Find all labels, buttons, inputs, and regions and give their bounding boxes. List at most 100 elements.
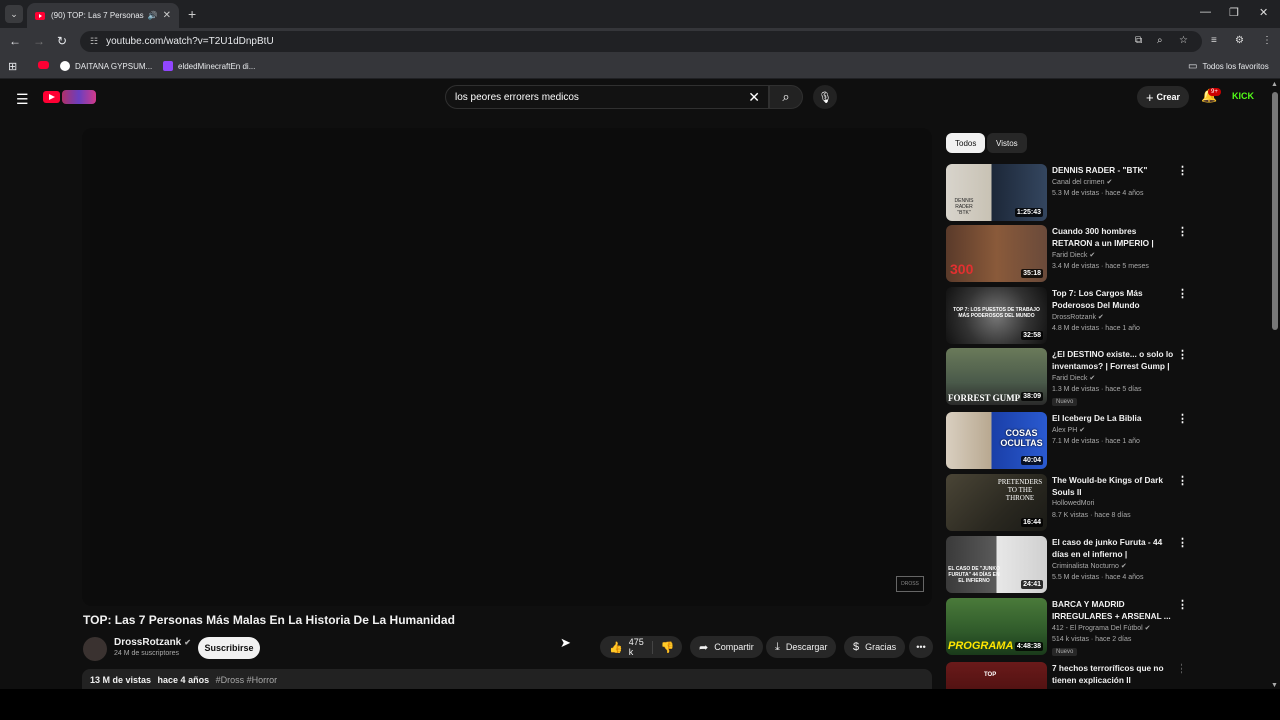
bookmark-eldedminecraft[interactable]: eldedMinecraftEn di... [163,61,255,71]
channel-avatar[interactable] [83,637,107,661]
bookmark-star-icon[interactable]: ☆ [1179,35,1188,46]
scroll-down-icon[interactable]: ▼ [1271,682,1278,689]
more-options-icon[interactable]: ⋮ [1177,662,1182,675]
channel-name[interactable]: Alex PH ✔ [1052,426,1085,434]
video-title: El caso de junko Furuta - 44 días en el … [1052,537,1163,559]
more-actions-button[interactable]: ••• [909,636,933,658]
video-thumbnail[interactable]: 300 35:18 [946,225,1047,282]
thumbnail-text: DENNIS RADER "BTK" [954,198,974,216]
more-options-icon[interactable]: ⋮ [1177,225,1188,238]
tab-search-icon[interactable]: ⌄ [5,5,23,23]
hashtags[interactable]: #Dross #Horror [216,675,278,685]
thumbs-up-icon[interactable]: 👍 [609,641,623,654]
menu-icon[interactable]: ☰ [16,91,29,108]
create-button[interactable]: + Crear [1137,86,1189,108]
subscribe-button[interactable]: Suscribirse [198,637,260,659]
more-options-icon[interactable]: ⋮ [1177,164,1188,177]
channel-name[interactable]: Farid Dieck ✔ [1052,251,1095,259]
new-badge: Nuevo [1052,648,1078,656]
recommended-video[interactable]: DENNIS RADER "BTK" 1:25:43 DENNIS RADER … [946,164,1188,222]
forward-icon[interactable]: → [33,34,45,48]
folder-icon: ▭ [1188,61,1198,72]
more-options-icon[interactable]: ⋮ [1177,348,1188,361]
kick-avatar[interactable]: KICK [1232,91,1254,101]
youtube-logo-icon[interactable] [43,91,60,103]
browser-tab[interactable]: (90) TOP: Las 7 Personas Má 🔊 ✕ [27,3,179,28]
bookmark-daitana[interactable]: DAITANA GYPSUM... [60,61,152,71]
video-player[interactable]: DROSS [82,128,932,606]
recommended-video[interactable]: EL CASO DE "JUNKO FURUTA" 44 DÍAS EN EL … [946,536,1188,594]
recommended-video[interactable]: 300 35:18 Cuando 300 hombres RETARON a u… [946,225,1188,283]
channel-name[interactable]: Canal del crimen ✔ [1052,178,1112,186]
share-button[interactable]: ➦ Compartir [690,636,763,658]
reload-icon[interactable]: ↻ [57,34,67,48]
extensions-icon[interactable]: ⚙ [1235,35,1244,46]
install-app-icon[interactable]: ⧉ [1135,35,1142,46]
scroll-up-icon[interactable]: ▲ [1271,81,1278,88]
youtube-doodle[interactable] [62,90,96,104]
recommended-video[interactable]: PRETENDERS TO THE THRONE 16:44 The Would… [946,474,1188,532]
more-options-icon[interactable]: ⋮ [1177,287,1188,300]
video-meta: 7.1 M de vistas · hace 1 año [1052,438,1140,445]
recommended-video[interactable]: TOP 7: LOS PUESTOS DE TRABAJO MÁS PODERO… [946,287,1188,345]
youtube-bookmark-icon [38,61,49,69]
channel-name[interactable]: HollowedMori [1052,500,1094,507]
reading-list-icon[interactable]: ≡ [1211,35,1217,46]
description-box[interactable]: 13 M de vistas hace 4 años #Dross #Horro… [82,669,932,689]
thumbs-down-icon[interactable]: 👎 [651,640,674,654]
video-thumbnail[interactable]: TOP 7: LOS PUESTOS DE TRABAJO MÁS PODERO… [946,287,1047,344]
video-thumbnail[interactable]: COSAS OCULTAS 40:04 [946,412,1047,469]
channel-name[interactable]: Farid Dieck ✔ [1052,374,1095,382]
recommended-video[interactable]: FORREST GUMP 38:09 ¿El DESTINO existe...… [946,348,1188,406]
download-icon: ⤓ [775,640,780,653]
address-bar[interactable]: ☷ youtube.com/watch?v=T2U1dDnpBtU [80,31,1202,52]
thanks-button[interactable]: $ Gracias [844,636,906,658]
video-thumbnail[interactable]: DENNIS RADER "BTK" 1:25:43 [946,164,1047,221]
video-meta: 4.8 M de vistas · hace 1 año [1052,325,1140,332]
verified-icon: ✔ [1118,563,1127,570]
minimize-icon[interactable]: — [1200,6,1211,18]
like-count[interactable]: 475 k [629,637,644,657]
recommended-video[interactable]: COSAS OCULTAS 40:04 El Iceberg De La Bib… [946,412,1188,470]
channel-watermark[interactable]: DROSS [896,576,924,592]
more-options-icon[interactable]: ⋮ [1177,412,1188,425]
restore-icon[interactable]: ❐ [1229,6,1239,19]
video-thumbnail[interactable]: TOP [946,662,1047,689]
browser-menu-icon[interactable]: ⋮ [1262,35,1272,46]
more-options-icon[interactable]: ⋮ [1177,536,1188,549]
zoom-icon[interactable]: ⌕ [1157,35,1163,46]
video-thumbnail[interactable]: PRETENDERS TO THE THRONE 16:44 [946,474,1047,531]
scrollbar-thumb[interactable] [1272,92,1278,330]
more-options-icon[interactable]: ⋮ [1177,598,1188,611]
bookmark-youtube[interactable] [38,61,54,69]
all-favorites[interactable]: ▭ Todos los favoritos [1188,61,1269,72]
back-icon[interactable]: ← [9,34,21,48]
channel-name[interactable]: DrossRotzank ✔ [1052,313,1104,321]
voice-search-icon[interactable]: 🎙 [813,85,837,109]
new-tab-icon[interactable]: + [188,6,196,22]
close-window-icon[interactable]: ✕ [1259,6,1268,19]
site-info-icon[interactable]: ☷ [90,36,98,47]
recommended-video[interactable]: PROGRAMA 4:48:38 BARCA Y MADRID IRREGULA… [946,598,1188,656]
search-button[interactable]: ⌕ [769,85,803,109]
chip-vistos[interactable]: Vistos [987,133,1027,153]
recommended-video[interactable]: TOP 7 hechos terroríficos que no tienen … [946,662,1182,689]
page-scrollbar[interactable]: ▲ ▼ [1270,80,1280,690]
more-options-icon[interactable]: ⋮ [1177,474,1188,487]
video-thumbnail[interactable]: FORREST GUMP 38:09 [946,348,1047,405]
thumbnail-text: PRETENDERS TO THE THRONE [997,478,1043,502]
clear-search-icon[interactable]: ✕ [748,89,760,106]
speaker-icon[interactable]: 🔊 [148,11,158,20]
download-button[interactable]: ⤓ Descargar [766,636,837,658]
apps-grid-icon[interactable]: ⊞ [8,60,17,73]
video-thumbnail[interactable]: PROGRAMA 4:48:38 [946,598,1047,655]
close-tab-icon[interactable]: ✕ [163,10,171,21]
channel-name[interactable]: DrossRotzank ✔ [114,637,191,648]
channel-name[interactable]: Criminalista Nocturno ✔ [1052,562,1127,570]
chip-todos[interactable]: Todos [946,133,986,153]
plus-icon: + [1145,89,1154,105]
channel-name[interactable]: 412 - El Programa Del Fútbol ✔ [1052,624,1150,632]
address-text: youtube.com/watch?v=T2U1dDnpBtU [106,36,274,47]
search-input[interactable]: los peores errorers medicos ✕ [445,85,769,109]
video-thumbnail[interactable]: EL CASO DE "JUNKO FURUTA" 44 DÍAS EN EL … [946,536,1047,593]
